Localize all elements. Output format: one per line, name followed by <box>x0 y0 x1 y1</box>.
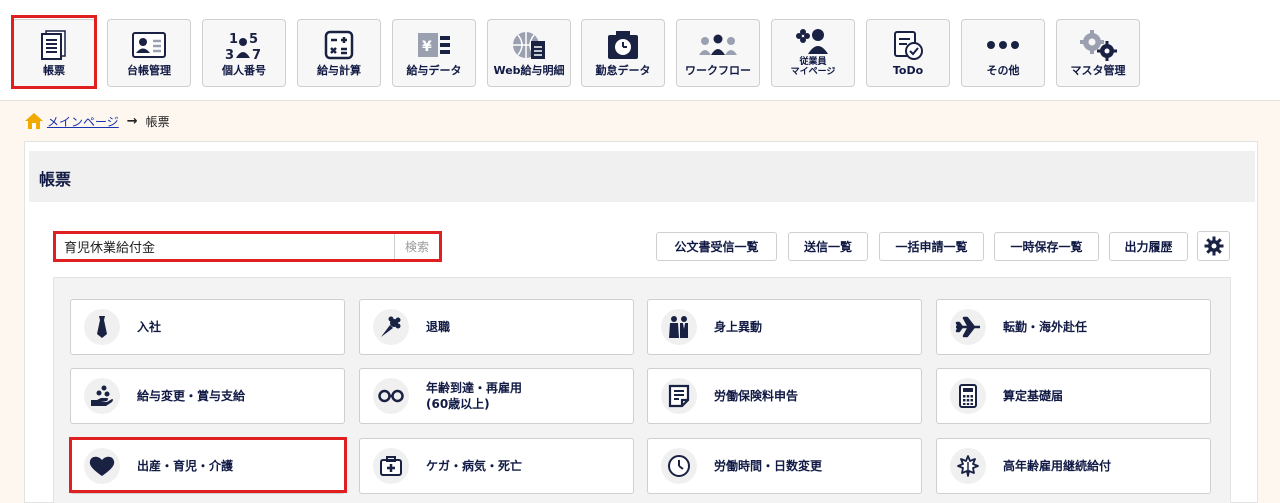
tile-retirement[interactable]: 退職 <box>359 299 634 355</box>
home-icon <box>25 113 43 129</box>
nav-web-payslip-button[interactable]: Web給与明細 <box>487 19 571 87</box>
draft-list-button[interactable]: 一時保存一覧 <box>994 232 1099 261</box>
tile-label: ケガ・病気・死亡 <box>426 459 523 473</box>
breadcrumb-home-link[interactable]: メインページ <box>47 113 119 130</box>
breadcrumb-current: 帳票 <box>145 114 170 129</box>
gears-icon <box>1078 28 1118 62</box>
svg-text:1: 1 <box>229 32 238 47</box>
nav-workflow-button[interactable]: ワークフロー <box>676 19 760 87</box>
calculator-icon <box>950 378 986 414</box>
top-navigation: 帳票 台帳管理 1537 個人番号 給与計算 ¥ 給与データ Web給与明細 勤 <box>0 0 1280 101</box>
bulk-application-list-button[interactable]: 一括申請一覧 <box>879 232 984 261</box>
necktie-icon <box>84 309 120 345</box>
globe-document-icon <box>509 28 549 62</box>
nav-label: その他 <box>986 64 1020 77</box>
employee-page-icon <box>793 26 833 56</box>
tile-label: 労働保険料申告 <box>714 389 799 403</box>
leaf-emblem-icon <box>950 448 986 484</box>
tile-age-reemployment[interactable]: 年齢到達・再雇用 (60歳以上) <box>359 368 634 424</box>
tile-label: 算定基礎届 <box>1003 389 1064 403</box>
nav-label: ワークフロー <box>685 64 751 77</box>
output-history-button[interactable]: 出力履歴 <box>1109 232 1188 261</box>
nav-label: 帳票 <box>43 64 65 77</box>
search-input[interactable] <box>56 234 394 259</box>
tile-personal-change[interactable]: 身上異動 <box>647 299 922 355</box>
svg-text:7: 7 <box>252 48 261 62</box>
svg-text:¥: ¥ <box>422 39 432 55</box>
breadcrumb-arrow-icon: → <box>126 113 138 129</box>
wedding-couple-icon <box>661 309 697 345</box>
id-card-icon <box>129 28 169 62</box>
sent-list-button[interactable]: 送信一覧 <box>788 232 868 261</box>
public-document-inbox-button[interactable]: 公文書受信一覧 <box>656 232 777 261</box>
svg-text:5: 5 <box>249 32 258 47</box>
page-title: 帳票 <box>39 170 72 189</box>
report-document-icon <box>661 378 697 414</box>
tile-label: 転勤・海外赴任 <box>1003 320 1088 334</box>
nav-label: 従業員 マイページ <box>790 57 836 77</box>
search-button[interactable]: 検索 <box>394 234 439 259</box>
nav-ledger-button[interactable]: 台帳管理 <box>107 19 191 87</box>
tile-joining[interactable]: 入社 <box>70 299 345 355</box>
tile-label: 年齢到達・再雇用 (60歳以上) <box>426 381 523 411</box>
todo-check-icon <box>888 28 928 62</box>
glasses-icon <box>373 378 409 414</box>
svg-text:3: 3 <box>225 48 234 62</box>
nav-other-button[interactable]: その他 <box>961 19 1045 87</box>
tile-labor-insurance[interactable]: 労働保険料申告 <box>647 368 922 424</box>
nav-label: ToDo <box>892 64 924 77</box>
tile-label: 入社 <box>137 320 162 334</box>
nav-label: マスタ管理 <box>1070 64 1126 77</box>
nav-label: 勤怠データ <box>595 64 651 77</box>
tile-label: 身上異動 <box>714 320 763 334</box>
nav-label: 給与計算 <box>317 64 361 77</box>
first-aid-kit-icon <box>373 448 409 484</box>
nav-label: Web給与明細 <box>493 64 565 77</box>
nav-label: 給与データ <box>406 64 462 77</box>
tile-transfer-overseas[interactable]: 転勤・海外赴任 <box>936 299 1211 355</box>
bouquet-icon <box>373 309 409 345</box>
tile-salary-bonus[interactable]: 給与変更・賞与支給 <box>70 368 345 424</box>
settings-button[interactable] <box>1197 231 1230 261</box>
tile-injury-illness-death[interactable]: ケガ・病気・死亡 <box>359 438 634 494</box>
airplane-icon <box>950 309 986 345</box>
tile-working-hours-days[interactable]: 労働時間・日数変更 <box>647 438 922 494</box>
heart-icon <box>84 448 120 484</box>
document-list-icon <box>34 28 74 62</box>
tile-label: 給与変更・賞与支給 <box>137 389 246 403</box>
search-box: 検索 <box>53 231 442 262</box>
nav-employee-mypage-button[interactable]: 従業員 マイページ <box>771 19 855 87</box>
clock-folder-icon <box>603 28 643 62</box>
nav-attendance-button[interactable]: 勤怠データ <box>581 19 665 87</box>
tile-label: 退職 <box>426 320 451 334</box>
nav-todo-button[interactable]: ToDo <box>866 19 950 87</box>
nav-forms-button[interactable]: 帳票 <box>12 19 96 87</box>
breadcrumb: メインページ → 帳票 <box>24 111 170 131</box>
calculator-icon <box>319 28 359 62</box>
tile-label: 高年齢雇用継続給付 <box>1003 459 1112 473</box>
tile-label: 労働時間・日数変更 <box>714 459 823 473</box>
nav-payroll-data-button[interactable]: ¥ 給与データ <box>392 19 476 87</box>
tile-standard-remuneration[interactable]: 算定基礎届 <box>936 368 1211 424</box>
nav-label: 個人番号 <box>222 64 266 77</box>
hand-coins-icon <box>84 378 120 414</box>
gear-icon <box>1204 236 1223 256</box>
people-flow-icon <box>698 28 738 62</box>
more-dots-icon <box>983 28 1023 62</box>
nav-my-number-button[interactable]: 1537 個人番号 <box>202 19 286 87</box>
tile-childbirth-childcare[interactable]: 出産・育児・介護 <box>70 438 345 494</box>
nav-master-button[interactable]: マスタ管理 <box>1056 19 1140 87</box>
nav-payroll-button[interactable]: 給与計算 <box>297 19 381 87</box>
panel-header <box>29 151 1255 202</box>
tile-label: 出産・育児・介護 <box>137 459 234 473</box>
numbers-icon: 1537 <box>224 28 264 62</box>
tile-elderly-employment-benefit[interactable]: 高年齢雇用継続給付 <box>936 438 1211 494</box>
nav-label: 台帳管理 <box>127 64 171 77</box>
yen-data-icon: ¥ <box>414 28 454 62</box>
clock-icon <box>661 448 697 484</box>
